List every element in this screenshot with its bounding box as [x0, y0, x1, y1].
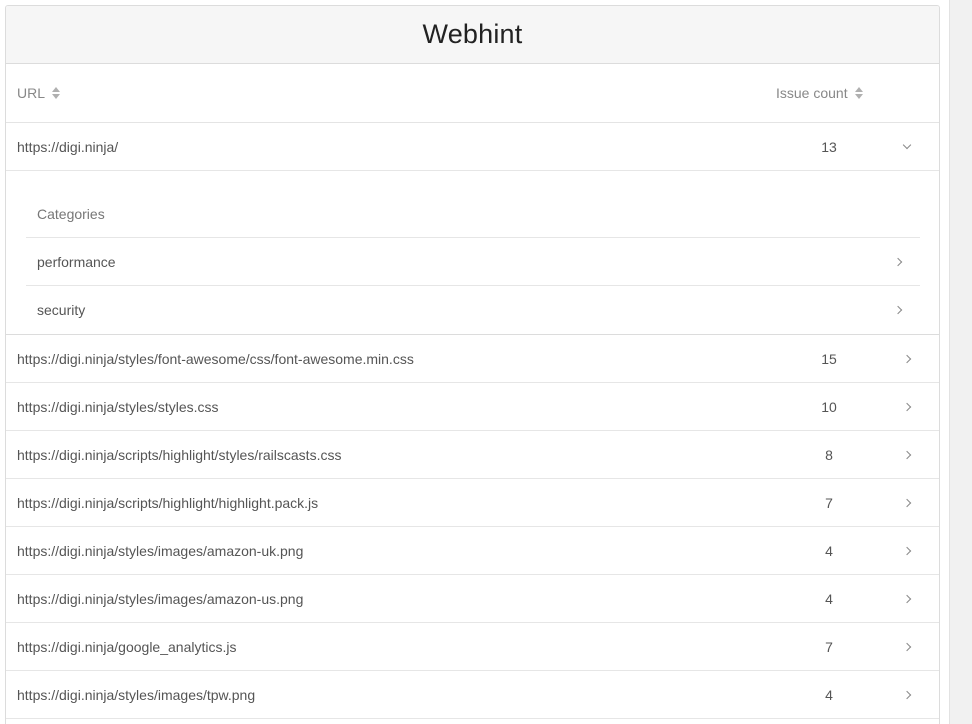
row-issue-count: 13	[821, 138, 837, 155]
row-issue-count: 7	[825, 494, 833, 511]
table-row[interactable]: https://digi.ninja/styles/images/amazon-…	[6, 575, 939, 623]
row-url: https://digi.ninja/styles/images/amazon-…	[17, 590, 304, 607]
row-url: https://digi.ninja/	[17, 138, 119, 155]
table-row[interactable]: https://digi.ninja/styles/images/amazon-…	[6, 527, 939, 575]
url-column-header[interactable]: URL	[6, 85, 776, 101]
panel-header: Webhint	[6, 6, 939, 64]
row-url: https://digi.ninja/styles/images/tpw.png	[17, 686, 256, 703]
table-row[interactable]: https://digi.ninja/scripts/highlight/hig…	[6, 479, 939, 527]
row-issue-count: 15	[821, 350, 837, 367]
sort-icon[interactable]	[52, 87, 61, 99]
sort-icon[interactable]	[854, 87, 863, 99]
categories-panel: Categories performance security	[6, 171, 939, 335]
chevron-right-icon[interactable]	[902, 354, 912, 363]
table-row[interactable]: https://digi.ninja/google_analytics.js 7	[6, 623, 939, 671]
issue-count-column-label: Issue count	[776, 85, 848, 101]
chevron-right-icon[interactable]	[902, 642, 912, 651]
row-url: https://digi.ninja/styles/font-awesome/c…	[17, 350, 414, 367]
url-column-label: URL	[17, 85, 46, 101]
category-item-performance[interactable]: performance	[26, 238, 920, 286]
chevron-right-icon	[893, 305, 903, 315]
chevron-right-icon[interactable]	[902, 546, 912, 555]
row-url: https://digi.ninja/styles/styles.css	[17, 398, 219, 415]
scrollbar[interactable]	[949, 0, 972, 724]
row-issue-count: 4	[825, 542, 833, 559]
chevron-right-icon	[893, 257, 903, 266]
issue-count-column-header[interactable]: Issue count	[776, 85, 863, 101]
row-url: https://digi.ninja/scripts/highlight/hig…	[17, 494, 319, 511]
row-url: https://digi.ninja/google_analytics.js	[17, 638, 237, 655]
row-issue-count: 4	[825, 590, 833, 607]
table-row[interactable]: https://digi.ninja/scripts/highlight/sty…	[6, 431, 939, 479]
table-header: URL Issue count	[6, 64, 939, 123]
row-url: https://digi.ninja/styles/images/amazon-…	[17, 542, 304, 559]
chevron-right-icon[interactable]	[902, 450, 912, 459]
table-row[interactable]: https://digi.ninja/styles/images/tpw.png…	[6, 671, 939, 719]
row-issue-count: 4	[825, 686, 833, 703]
chevron-down-icon[interactable]	[902, 140, 912, 149]
categories-header: Categories	[26, 191, 920, 238]
table-row[interactable]: https://digi.ninja/styles/styles.css 10	[6, 383, 939, 431]
row-issue-count: 8	[825, 446, 833, 463]
chevron-right-icon[interactable]	[902, 402, 912, 411]
table-row-expanded[interactable]: https://digi.ninja/ 13	[6, 123, 939, 171]
category-item-security[interactable]: security	[26, 286, 920, 334]
category-label: security	[37, 302, 86, 318]
page-title: Webhint	[422, 19, 523, 49]
row-issue-count: 10	[821, 398, 837, 415]
row-url: https://digi.ninja/scripts/highlight/sty…	[17, 446, 342, 463]
chevron-right-icon[interactable]	[902, 594, 912, 603]
chevron-right-icon[interactable]	[902, 498, 912, 507]
row-issue-count: 7	[825, 638, 833, 655]
webhint-panel: Webhint URL Issue count https://digi.nin…	[5, 5, 940, 724]
table-row[interactable]: https://digi.ninja/styles/font-awesome/c…	[6, 335, 939, 383]
category-label: performance	[37, 253, 116, 270]
chevron-right-icon[interactable]	[902, 690, 912, 699]
